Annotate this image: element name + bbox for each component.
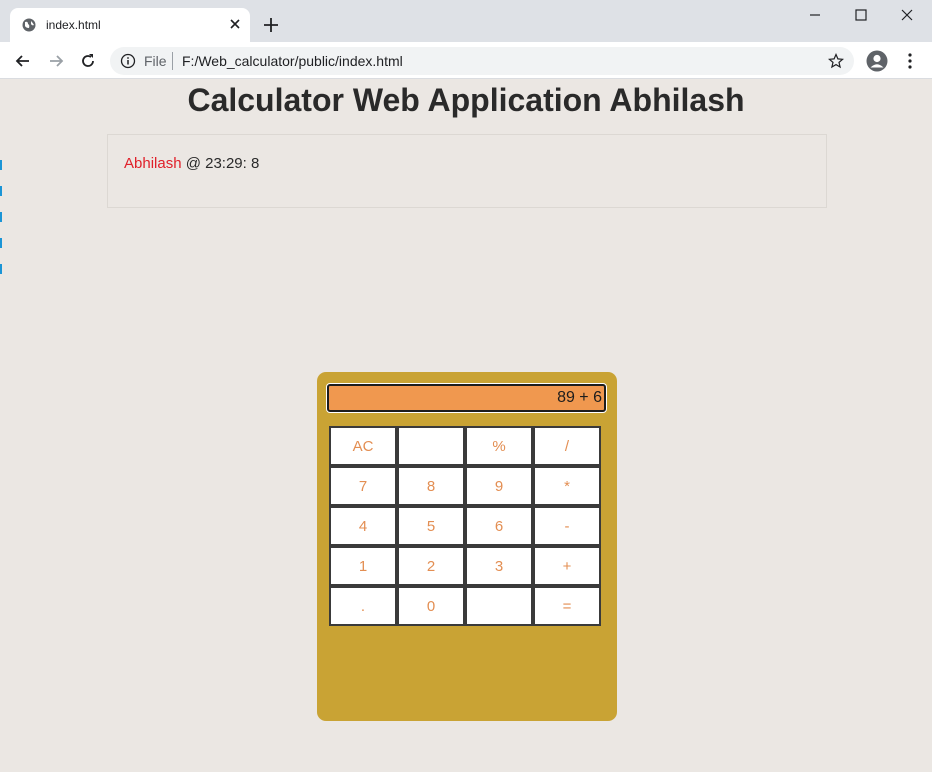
key-divide[interactable]: / <box>533 426 601 466</box>
browser-toolbar: File F:/Web_calculator/public/index.html <box>0 42 932 79</box>
key-8[interactable]: 8 <box>397 466 465 506</box>
info-icon[interactable] <box>120 53 136 69</box>
info-line: Abhilash @ 23:29: 8 <box>124 155 259 172</box>
key-equals[interactable]: = <box>533 586 601 626</box>
forward-arrow-icon[interactable] <box>46 51 66 71</box>
key-percent[interactable]: % <box>465 426 533 466</box>
back-arrow-icon[interactable] <box>13 51 33 71</box>
maximize-icon[interactable] <box>852 6 870 24</box>
author-name: Abhilash <box>124 155 182 172</box>
key-5[interactable]: 5 <box>397 506 465 546</box>
close-icon[interactable] <box>228 17 242 31</box>
profile-icon[interactable] <box>866 50 888 72</box>
left-edge-marks <box>0 160 2 320</box>
key-2[interactable]: 2 <box>397 546 465 586</box>
menu-dots-icon[interactable] <box>900 51 920 71</box>
key-minus[interactable]: - <box>533 506 601 546</box>
page-title: Calculator Web Application Abhilash <box>187 82 745 118</box>
reload-icon[interactable] <box>78 51 98 71</box>
url-text[interactable]: F:/Web_calculator/public/index.html <box>182 53 403 69</box>
tab-title: index.html <box>46 18 101 32</box>
star-icon[interactable] <box>828 53 844 69</box>
key-blank-2[interactable] <box>465 586 533 626</box>
key-decimal[interactable]: . <box>329 586 397 626</box>
calculator-keypad: AC % / 7 8 9 * 4 5 6 - 1 2 3 + . 0 = <box>329 426 601 626</box>
address-bar[interactable]: File F:/Web_calculator/public/index.html <box>110 47 854 75</box>
key-3[interactable]: 3 <box>465 546 533 586</box>
globe-icon <box>22 18 36 32</box>
key-9[interactable]: 9 <box>465 466 533 506</box>
key-6[interactable]: 6 <box>465 506 533 546</box>
info-panel: Abhilash @ 23:29: 8 <box>107 134 827 208</box>
key-multiply[interactable]: * <box>533 466 601 506</box>
browser-tabstrip: index.html <box>0 0 932 42</box>
plus-icon[interactable] <box>262 16 280 34</box>
key-0[interactable]: 0 <box>397 586 465 626</box>
info-timestamp: @ 23:29: 8 <box>181 155 260 172</box>
url-scheme: File <box>144 53 167 69</box>
browser-tab[interactable]: index.html <box>10 8 250 42</box>
window-close-icon[interactable] <box>898 6 916 24</box>
key-plus[interactable]: + <box>533 546 601 586</box>
calculator: 89 + 6 AC % / 7 8 9 * 4 5 6 - 1 2 3 + . … <box>317 372 617 721</box>
key-7[interactable]: 7 <box>329 466 397 506</box>
key-ac[interactable]: AC <box>329 426 397 466</box>
key-4[interactable]: 4 <box>329 506 397 546</box>
calculator-display[interactable]: 89 + 6 <box>327 384 606 412</box>
key-1[interactable]: 1 <box>329 546 397 586</box>
minimize-icon[interactable] <box>806 6 824 24</box>
key-blank[interactable] <box>397 426 465 466</box>
url-divider <box>172 52 173 70</box>
